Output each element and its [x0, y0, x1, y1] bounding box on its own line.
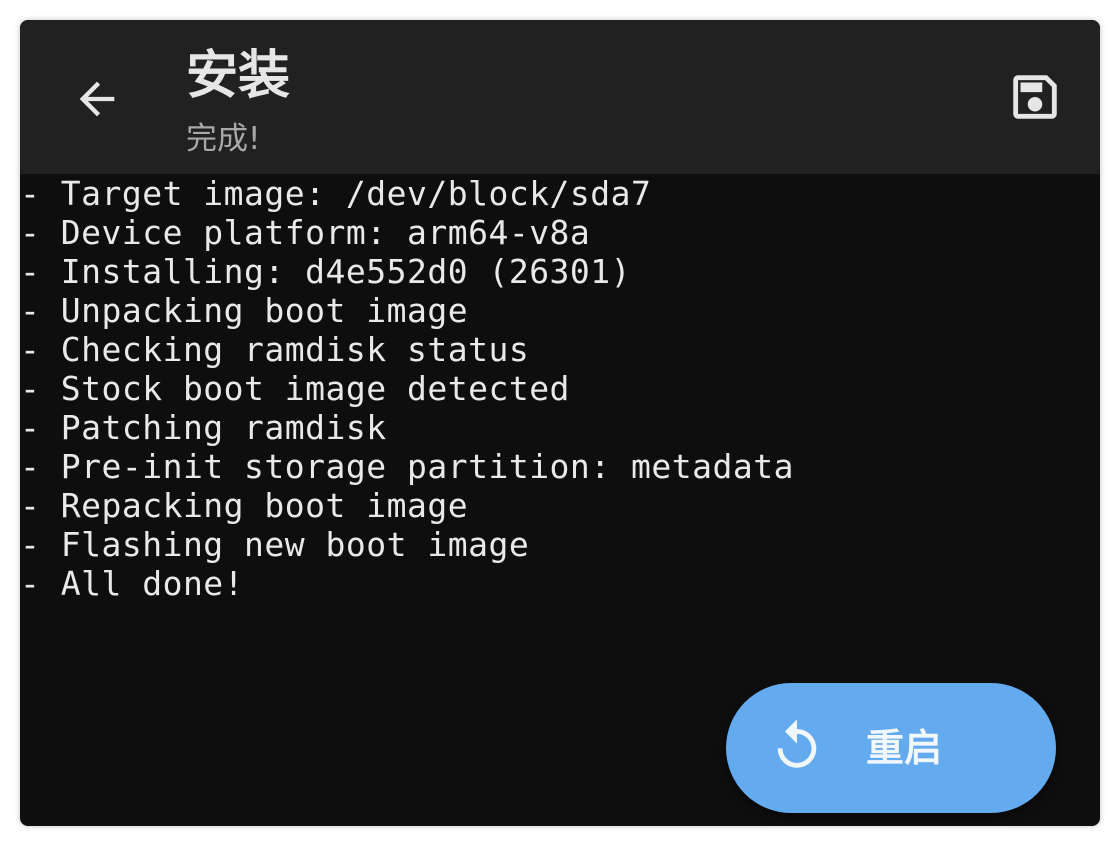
reboot-button[interactable]: 重启 [726, 683, 1056, 813]
log-line: - Unpacking boot image [20, 291, 469, 330]
reboot-button-label: 重启 [866, 726, 943, 770]
log-line: - Device platform: arm64-v8a [20, 213, 591, 252]
page-subtitle: 完成! [186, 121, 261, 157]
log-line: - Checking ramdisk status [20, 330, 530, 369]
log-line: - Flashing new boot image [20, 525, 530, 564]
save-log-button[interactable] [998, 60, 1072, 134]
back-button[interactable] [60, 62, 134, 136]
log-line: - All done! [20, 564, 245, 603]
log-line: - Installing: d4e552d0 (26301) [20, 252, 632, 291]
page-title: 安装 [186, 46, 291, 106]
log-line: - Patching ramdisk [20, 408, 387, 447]
log-line: - Target image: /dev/block/sda7 [20, 174, 652, 213]
log-line: - Stock boot image detected [20, 369, 570, 408]
log-line: - Pre-init storage partition: metadata [20, 447, 794, 486]
save-icon [1013, 75, 1057, 119]
install-window: 安装 完成! - Target image: /dev/block/sda7 -… [20, 20, 1100, 826]
app-bar: 安装 完成! [20, 20, 1100, 174]
arrow-left-icon [79, 81, 115, 117]
restart-icon [777, 719, 817, 768]
log-line: - Repacking boot image [20, 486, 469, 525]
